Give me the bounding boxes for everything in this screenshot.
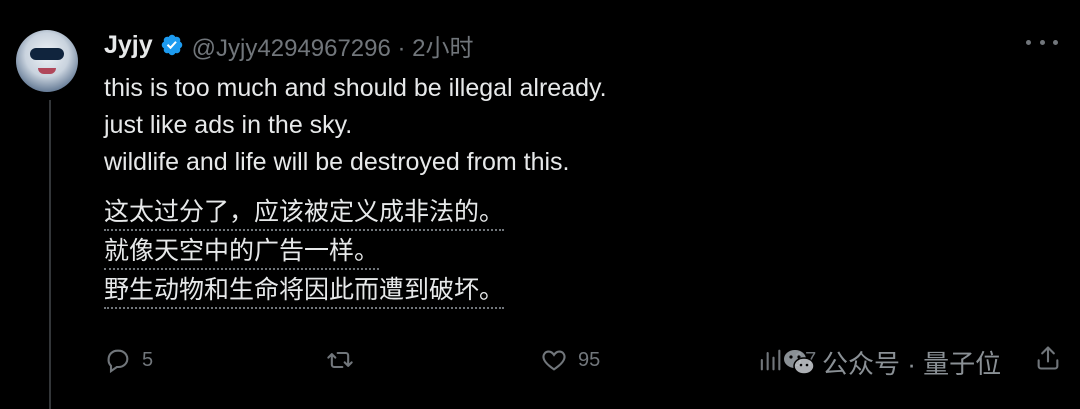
reply-count: 5 bbox=[142, 348, 154, 371]
thread-line bbox=[49, 100, 51, 409]
avatar-visor bbox=[30, 48, 64, 60]
verified-badge-icon bbox=[161, 34, 182, 56]
reply-button[interactable]: 5 bbox=[104, 340, 153, 380]
author-name[interactable]: Jyjy bbox=[104, 31, 153, 60]
avatar-mouth bbox=[38, 68, 56, 74]
retweet-button[interactable] bbox=[326, 340, 364, 380]
tweet-header: Jyjy @Jyjy4294967296 · 2小时 bbox=[104, 28, 474, 62]
translation-line: 这太过分了，应该被定义成非法的。 bbox=[104, 196, 505, 231]
wechat-icon bbox=[784, 350, 815, 375]
reply-icon bbox=[107, 349, 129, 374]
like-count: 95 bbox=[578, 348, 601, 371]
share-icon[interactable] bbox=[1034, 344, 1062, 372]
retweet-icon bbox=[327, 351, 353, 369]
tweet-line: this is too much and should be illegal a… bbox=[104, 74, 607, 102]
watermark: 公众号 · 量子位 bbox=[782, 343, 1001, 381]
translation-line: 野生动物和生命将因此而遭到破坏。 bbox=[104, 274, 505, 309]
avatar[interactable] bbox=[16, 30, 78, 92]
tweet-line: wildlife and life will be destroyed from… bbox=[104, 148, 570, 176]
tweet-text-en: this is too much and should be illegal a… bbox=[104, 70, 607, 181]
views-icon bbox=[760, 349, 781, 371]
more-icon[interactable] bbox=[1026, 34, 1058, 50]
tweet-translation-zh: 这太过分了，应该被定义成非法的。 就像天空中的广告一样。 野生动物和生命将因此而… bbox=[104, 196, 505, 313]
translation-line: 就像天空中的广告一样。 bbox=[104, 235, 380, 270]
watermark-text: 公众号 · 量子位 bbox=[822, 348, 1002, 379]
author-handle-and-time[interactable]: @Jyjy4294967296 · 2小时 bbox=[192, 28, 474, 63]
like-button[interactable]: 95 bbox=[540, 340, 600, 380]
like-icon bbox=[542, 350, 566, 371]
tweet-line: just like ads in the sky. bbox=[104, 111, 353, 139]
